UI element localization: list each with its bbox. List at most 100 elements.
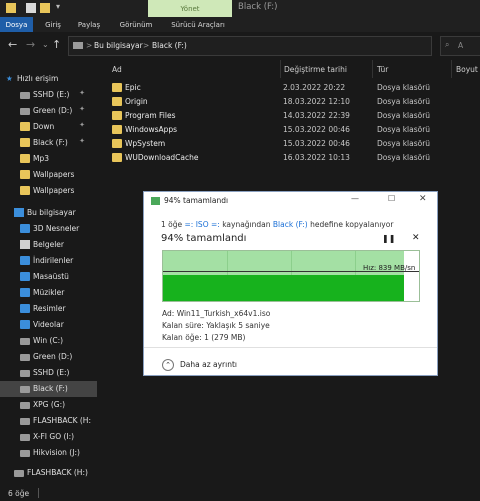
sidebar-item-sshd-e[interactable]: SSHD (E:) (0, 365, 97, 381)
pause-icon[interactable]: ❚❚ (382, 234, 395, 243)
up-arrow-icon[interactable]: ↑ (52, 38, 61, 51)
sidebar-item-this-pc[interactable]: Bu bilgisayar (0, 205, 97, 221)
file-date: 15.03.2022 00:46 (283, 139, 350, 148)
status-divider (38, 488, 39, 498)
sidebar-item-label: Masaüstü (33, 272, 69, 281)
usb-drive-icon (20, 450, 30, 457)
sidebar-item-downloads[interactable]: İndirilenler (0, 253, 97, 269)
file-row[interactable]: WindowsApps 15.03.2022 00:46 Dosya klasö… (100, 123, 480, 137)
close-icon[interactable]: ✕ (419, 194, 427, 204)
sidebar-item-green-d[interactable]: Green (D:) (0, 349, 97, 365)
maximize-icon[interactable]: ☐ (388, 194, 395, 203)
breadcrumb-black-f[interactable]: Black (F:) (152, 41, 187, 50)
column-divider[interactable] (280, 60, 281, 78)
column-divider[interactable] (451, 60, 452, 78)
tab-drive-tools[interactable]: Sürücü Araçları (165, 17, 231, 32)
file-row[interactable]: WUDownloadCache 16.03.2022 10:13 Dosya k… (100, 151, 480, 165)
pictures-icon (20, 304, 30, 313)
file-type: Dosya klasörü (377, 139, 431, 148)
sidebar-item-quick-access[interactable]: ★ Hızlı erişim (0, 71, 97, 87)
back-arrow-icon[interactable]: ← (8, 38, 17, 51)
sidebar-item-label: 3D Nesneler (33, 224, 80, 233)
sidebar-item-wallpapers[interactable]: Wallpapers (0, 183, 97, 199)
file-row[interactable]: Epic 2.03.2022 20:22 Dosya klasörü (100, 81, 480, 95)
sidebar-item-flashback-h-root[interactable]: FLASHBACK (H:) (0, 465, 97, 481)
minimize-icon[interactable]: — (351, 194, 359, 203)
destination-link[interactable]: Black (F:) (273, 220, 308, 229)
quick-access-dropdown-icon[interactable]: ▾ (56, 2, 60, 11)
drive-icon (73, 42, 83, 49)
copy-icon (151, 197, 160, 205)
sidebar-item-win-c[interactable]: Win (C:) (0, 333, 97, 349)
file-date: 18.03.2022 12:10 (283, 97, 350, 106)
sidebar-item-black-f-quick[interactable]: Black (F:) ✦ (0, 135, 97, 151)
breadcrumb-this-pc[interactable]: Bu bilgisayar (94, 41, 143, 50)
folder-icon (112, 125, 122, 134)
progress-bar-fill (163, 275, 404, 301)
sidebar-item-xpg-g[interactable]: XPG (G:) (0, 397, 97, 413)
file-type: Dosya klasörü (377, 125, 431, 134)
file-row[interactable]: Program Files 14.03.2022 22:39 Dosya kla… (100, 109, 480, 123)
sidebar-item-label: FLASHBACK (H:) (27, 468, 88, 477)
tab-file[interactable]: Dosya (0, 17, 33, 32)
sidebar-item-label: Black (F:) (33, 384, 68, 393)
destination-text: hedefine kopyalanıyor (310, 220, 394, 229)
source-link-prefix-glyph: =: (184, 220, 194, 229)
file-date: 15.03.2022 00:46 (283, 125, 350, 134)
chevron-up-icon: ⌃ (162, 359, 174, 371)
item-count-text: 1 öğe (161, 220, 183, 229)
sidebar-item-mp3[interactable]: Mp3 (0, 151, 97, 167)
search-placeholder: A (458, 41, 464, 50)
tab-share[interactable]: Paylaş (72, 17, 106, 32)
search-icon: ⌕ (445, 40, 450, 49)
file-row[interactable]: WpSystem 15.03.2022 00:46 Dosya klasörü (100, 137, 480, 151)
drive-icon (20, 386, 30, 393)
folder-icon (20, 170, 30, 179)
time-remaining-value: Yaklaşık 5 saniye (206, 321, 270, 330)
music-icon (20, 288, 30, 297)
folder-icon (6, 3, 16, 13)
cancel-icon[interactable]: ✕ (412, 233, 420, 243)
desktop-icon (20, 272, 30, 281)
sidebar-item-music[interactable]: Müzikler (0, 285, 97, 301)
recent-locations-chevron-icon[interactable]: ⌄ (42, 40, 49, 49)
new-folder-icon[interactable] (40, 3, 50, 13)
fewer-details-button[interactable]: ⌃ Daha az ayrıntı (162, 359, 237, 371)
video-icon (20, 320, 30, 329)
sidebar-item-3d-objects[interactable]: 3D Nesneler (0, 221, 97, 237)
sidebar-item-down[interactable]: Down ✦ (0, 119, 97, 135)
file-name: WUDownloadCache (125, 153, 199, 162)
sidebar-item-x-fi-go-i[interactable]: X-FI GO (I:) (0, 429, 97, 445)
time-remaining-label: Kalan süre: (162, 321, 204, 330)
column-divider[interactable] (372, 60, 373, 78)
properties-icon[interactable] (26, 3, 36, 13)
usb-drive-icon (20, 434, 30, 441)
sidebar-item-green-d[interactable]: Green (D:) ✦ (0, 103, 97, 119)
sidebar-item-flashback-h[interactable]: FLASHBACK (H: (0, 413, 97, 429)
file-name: Epic (125, 83, 141, 92)
folder-icon (112, 139, 122, 148)
file-date: 2.03.2022 20:22 (283, 83, 346, 92)
file-name: WpSystem (125, 139, 166, 148)
sidebar-item-desktop[interactable]: Masaüstü (0, 269, 97, 285)
file-type: Dosya klasörü (377, 153, 431, 162)
tab-manage-contextual[interactable]: Yönet (148, 0, 232, 17)
sidebar-item-documents[interactable]: Belgeler (0, 237, 97, 253)
sidebar-item-pictures[interactable]: Resimler (0, 301, 97, 317)
sidebar-item-black-f[interactable]: Black (F:) (0, 381, 97, 397)
sidebar-item-wallpapers[interactable]: Wallpapers (0, 167, 97, 183)
sidebar-item-label: Green (D:) (33, 106, 73, 115)
sidebar-item-sshd-e[interactable]: SSHD (E:) ✦ (0, 87, 97, 103)
file-type: Dosya klasörü (377, 97, 431, 106)
forward-arrow-icon[interactable]: → (26, 38, 35, 51)
sidebar-item-hikvision-j[interactable]: Hikvision (J:) (0, 445, 97, 461)
folder-icon (20, 122, 30, 131)
file-row[interactable]: Origin 18.03.2022 12:10 Dosya klasörü (100, 95, 480, 109)
tab-home[interactable]: Giriş (38, 17, 68, 32)
sidebar-item-label: Müzikler (33, 288, 65, 297)
source-link[interactable]: =: ISO =: (185, 220, 220, 229)
file-name-label: Ad: (162, 309, 175, 318)
tab-view[interactable]: Görünüm (112, 17, 160, 32)
sidebar-item-videos[interactable]: Videolar (0, 317, 97, 333)
download-icon (20, 256, 30, 265)
